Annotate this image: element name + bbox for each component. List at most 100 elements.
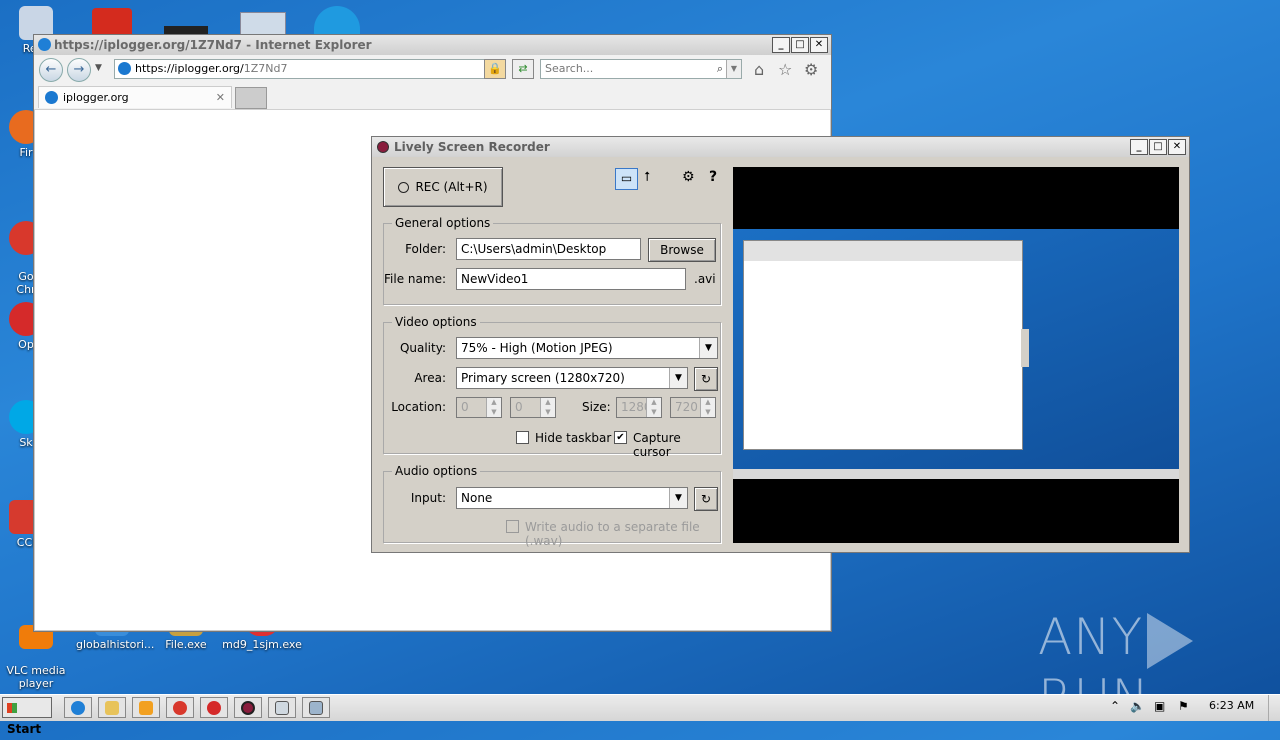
size-label: Size: <box>582 400 611 414</box>
input-value: None <box>461 491 493 505</box>
help-icon[interactable]: ? <box>709 169 717 185</box>
spin-down-icon[interactable]: ▼ <box>647 407 661 417</box>
desktop-icon-blue-circle[interactable] <box>314 6 360 34</box>
spin-down-icon[interactable]: ▼ <box>701 407 715 417</box>
quality-select[interactable]: 75% - High (Motion JPEG) ▼ <box>456 337 718 359</box>
general-options-legend: General options <box>392 216 494 230</box>
preview-taskbar <box>733 469 1179 479</box>
write-audio-checkbox[interactable] <box>506 520 519 533</box>
area-select[interactable]: Primary screen (1280x720) ▼ <box>456 367 688 389</box>
refresh-button[interactable]: ⇄ <box>512 59 534 79</box>
size-height-stepper[interactable]: 720 ▲ ▼ <box>670 397 716 418</box>
spin-up-icon[interactable]: ▲ <box>647 398 661 408</box>
windows-flag-icon <box>7 703 17 713</box>
size-width-stepper[interactable]: 1280 ▲ ▼ <box>616 397 662 418</box>
input-refresh-button[interactable]: ↻ <box>694 487 718 511</box>
search-dropdown-icon[interactable]: ▼ <box>726 60 741 78</box>
write-audio-label: Write audio to a separate file (.wav) <box>525 520 700 548</box>
home-icon[interactable]: ⌂ <box>754 60 764 79</box>
tools-gear-icon[interactable]: ⚙ <box>804 60 818 79</box>
spin-up-icon[interactable]: ▲ <box>541 398 555 408</box>
recorder-window[interactable]: Lively Screen Recorder _ □ ✕ REC (Alt+R)… <box>371 136 1190 553</box>
action-center-flag-icon[interactable]: ⚑ <box>1178 699 1189 713</box>
desktop-icon-label: Sk <box>19 436 33 449</box>
record-label: REC (Alt+R) <box>415 180 488 194</box>
capture-cursor-label: Capture cursor <box>633 431 681 459</box>
preview-ie-window <box>743 240 1023 450</box>
taskbar-app-window[interactable] <box>268 697 296 718</box>
clock[interactable]: 6:23 AM <box>1209 699 1254 712</box>
location-x-stepper[interactable]: 0 ▲ ▼ <box>456 397 502 418</box>
desktop-icon-acrobat[interactable] <box>92 8 132 34</box>
taskbar-ie[interactable] <box>64 697 92 718</box>
recorder-titlebar[interactable]: Lively Screen Recorder _ □ ✕ <box>372 137 1189 157</box>
forward-button[interactable]: → <box>67 58 91 82</box>
close-button[interactable]: ✕ <box>1168 139 1186 155</box>
desktop-icon-dark[interactable] <box>164 26 208 34</box>
network-icon[interactable]: ▣ <box>1154 699 1165 713</box>
search-icon[interactable]: ⌕ <box>717 60 723 78</box>
settings-gear-icon[interactable]: ⚙ <box>682 169 695 185</box>
chevron-down-icon[interactable]: ▼ <box>669 368 687 388</box>
taskbar-media-player[interactable] <box>132 697 160 718</box>
tab-close-icon[interactable]: ✕ <box>216 87 225 109</box>
maximize-button[interactable]: □ <box>791 37 809 53</box>
refresh-icon: ↻ <box>700 372 712 386</box>
desktop-icon-label: Op <box>18 338 34 351</box>
file-icon <box>309 701 323 715</box>
spin-up-icon[interactable]: ▲ <box>701 398 715 408</box>
browse-button[interactable]: Browse <box>648 238 716 262</box>
preview-desktop-thumbnail <box>733 229 1179 479</box>
taskbar-recorder[interactable] <box>234 697 262 718</box>
opera-icon <box>207 701 221 715</box>
spin-down-icon[interactable]: ▼ <box>541 407 555 417</box>
favorites-star-icon[interactable]: ☆ <box>778 60 792 79</box>
screen-mode-button[interactable]: ▭ <box>615 168 638 190</box>
taskbar-app-file[interactable] <box>302 697 330 718</box>
area-refresh-button[interactable]: ↻ <box>694 367 718 391</box>
spin-up-icon[interactable]: ▲ <box>487 398 501 408</box>
record-button[interactable]: REC (Alt+R) <box>383 167 503 207</box>
show-desktop-button[interactable] <box>1268 695 1280 721</box>
lock-icon[interactable]: 🔒 <box>484 59 506 79</box>
taskbar-opera[interactable] <box>200 697 228 718</box>
quality-value: 75% - High (Motion JPEG) <box>461 341 613 355</box>
maximize-button[interactable]: □ <box>1149 139 1167 155</box>
chevron-down-icon[interactable]: ▼ <box>699 338 717 358</box>
capture-cursor-checkbox[interactable]: ✔ <box>614 431 627 444</box>
folder-field[interactable]: C:\Users\admin\Desktop <box>456 238 641 260</box>
back-button[interactable]: ← <box>39 58 63 82</box>
taskbar-chrome[interactable] <box>166 697 194 718</box>
address-path: 1Z7Nd7 <box>243 62 288 75</box>
recorder-icon <box>241 701 255 715</box>
new-tab-button[interactable] <box>235 87 267 109</box>
taskbar-explorer[interactable] <box>98 697 126 718</box>
video-options-legend: Video options <box>392 315 480 329</box>
tab-iplogger[interactable]: iplogger.org ✕ <box>38 86 232 108</box>
search-input[interactable]: Search... ⌕ ▼ <box>540 59 742 79</box>
audio-options-legend: Audio options <box>392 464 481 478</box>
desktop-icon-window[interactable] <box>240 12 286 36</box>
ie-titlebar[interactable]: https://iplogger.org/1Z7Nd7 - Internet E… <box>34 35 831 55</box>
screen-preview <box>733 167 1179 543</box>
location-y-stepper[interactable]: 0 ▲ ▼ <box>510 397 556 418</box>
address-bar[interactable]: https://iplogger.org/1Z7Nd7 ▼ <box>114 59 500 79</box>
filename-field[interactable]: NewVideo1 <box>456 268 686 290</box>
preview-recorder-edge <box>1021 329 1029 367</box>
start-button[interactable]: Start <box>2 697 52 736</box>
hide-taskbar-checkbox[interactable] <box>516 431 529 444</box>
chevron-down-icon[interactable]: ▼ <box>669 488 687 508</box>
tray-expand-icon[interactable]: ⌃ <box>1110 699 1120 713</box>
minimize-button[interactable]: _ <box>772 37 790 53</box>
upload-icon[interactable]: ⭡ <box>644 170 650 185</box>
site-favicon-icon <box>118 62 131 75</box>
record-circle-icon <box>398 182 410 193</box>
minimize-button[interactable]: _ <box>1130 139 1148 155</box>
input-label: Input: <box>410 491 446 505</box>
close-button[interactable]: ✕ <box>810 37 828 53</box>
desktop-icon-label: globalhistori... <box>76 638 155 651</box>
history-dropdown-icon[interactable]: ▼ <box>95 63 102 73</box>
input-select[interactable]: None ▼ <box>456 487 688 509</box>
volume-icon[interactable]: 🔈 <box>1130 699 1145 713</box>
spin-down-icon[interactable]: ▼ <box>487 407 501 417</box>
